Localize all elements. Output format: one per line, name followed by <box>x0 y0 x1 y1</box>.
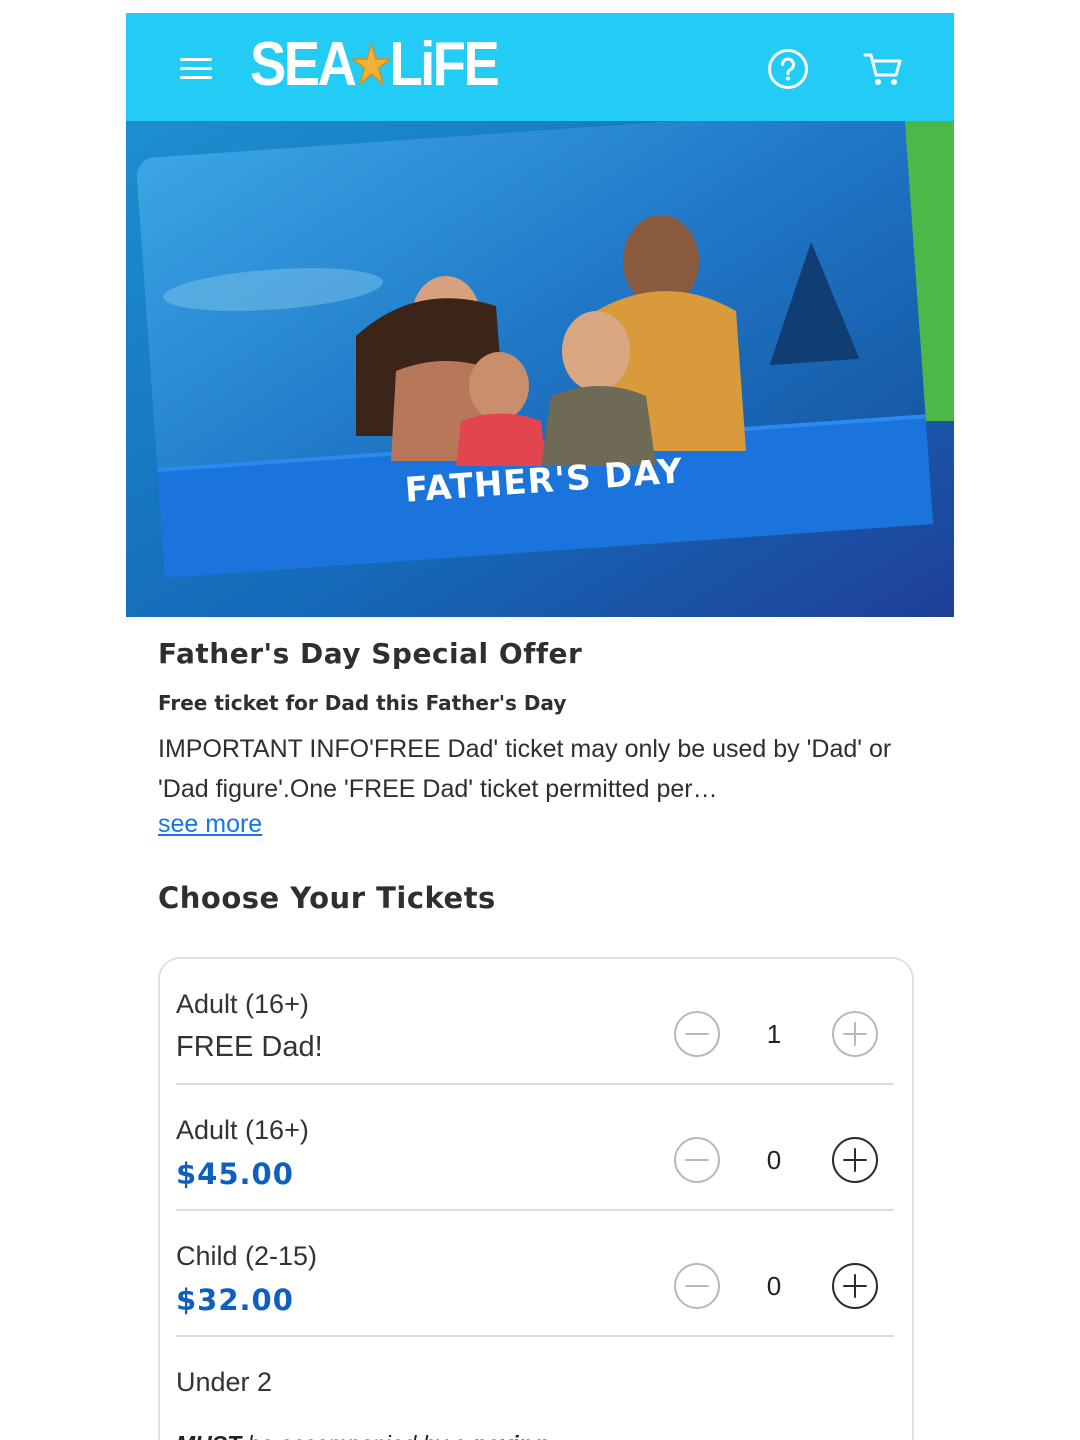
quantity-value: 1 <box>766 1019 782 1049</box>
hero-illustration <box>126 121 954 617</box>
starfish-icon <box>352 42 392 86</box>
cart-icon[interactable] <box>863 51 903 89</box>
minus-icon <box>685 1158 709 1162</box>
ticket-row: Child (2-15) $32.00 0 <box>176 1211 894 1337</box>
ticket-row: Adult (16+) $45.00 0 <box>176 1085 894 1211</box>
minus-icon <box>685 1032 709 1036</box>
ticket-row: Under 2 MUST be accompanied by a paying … <box>176 1337 894 1440</box>
ticket-row: Adult (16+) FREE Dad! 1 <box>176 959 894 1085</box>
ticket-name: Under 2 <box>176 1367 273 1397</box>
app-frame: SEA LiFE FATHER'S DAY Father's Day Speci… <box>126 13 954 1440</box>
ticket-name: Adult (16+) <box>176 989 309 1019</box>
minus-icon <box>685 1284 709 1288</box>
offer-subtitle: Free ticket for Dad this Father's Day <box>158 691 567 715</box>
quantity-value: 0 <box>766 1271 782 1301</box>
decrease-quantity-button[interactable] <box>674 1263 720 1309</box>
menu-icon[interactable] <box>180 55 214 81</box>
top-header: SEA LiFE <box>126 13 954 121</box>
ticket-name: Adult (16+) <box>176 1115 309 1145</box>
tickets-section-title: Choose Your Tickets <box>158 881 496 915</box>
decrease-quantity-button[interactable] <box>674 1137 720 1183</box>
decrease-quantity-button[interactable] <box>674 1011 720 1057</box>
ticket-price: FREE Dad! <box>176 1031 323 1063</box>
logo-text-right: LiFE <box>389 29 499 99</box>
ticket-selector: Adult (16+) FREE Dad! 1 Adult (16+) $45.… <box>158 957 914 1440</box>
ticket-price: $32.00 <box>176 1283 294 1317</box>
sealife-logo[interactable]: SEA LiFE <box>250 29 500 99</box>
increase-quantity-button[interactable] <box>832 1137 878 1183</box>
ticket-note: MUST be accompanied by a paying <box>176 1431 547 1440</box>
ticket-price: $45.00 <box>176 1157 294 1191</box>
offer-title: Father's Day Special Offer <box>158 637 583 670</box>
increase-quantity-button[interactable] <box>832 1011 878 1057</box>
hero-banner: FATHER'S DAY <box>126 121 954 617</box>
help-icon[interactable] <box>767 48 809 90</box>
increase-quantity-button[interactable] <box>832 1263 878 1309</box>
logo-text-left: SEA <box>250 29 357 99</box>
see-more-link[interactable]: see more <box>158 810 262 839</box>
quantity-value: 0 <box>766 1145 782 1175</box>
offer-description: IMPORTANT INFO'FREE Dad' ticket may only… <box>158 735 892 803</box>
ticket-name: Child (2-15) <box>176 1241 318 1271</box>
